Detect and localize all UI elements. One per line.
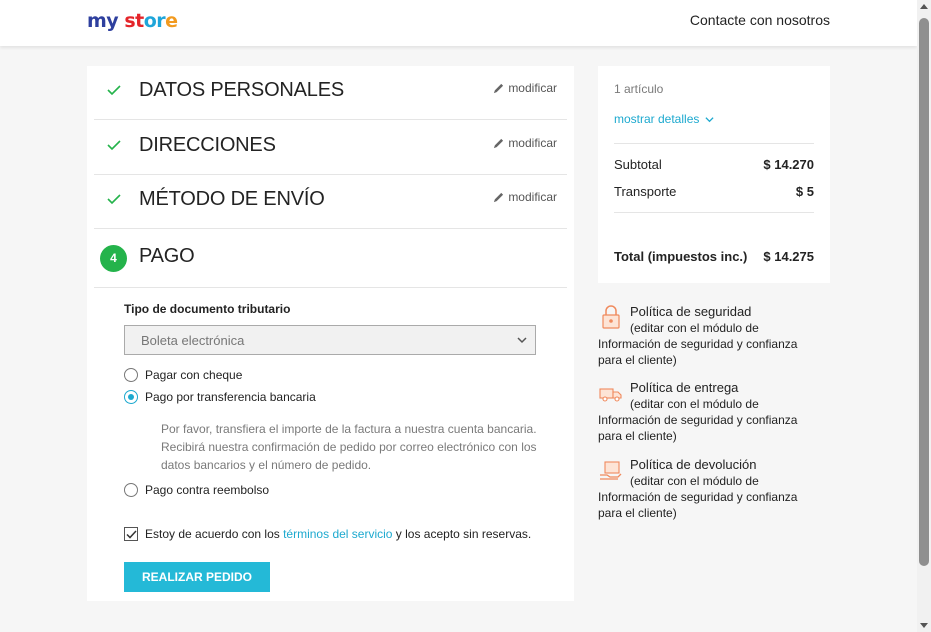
scroll-down-arrow-icon[interactable] — [920, 623, 928, 628]
edit-link[interactable]: modificar — [493, 190, 557, 204]
step-personal-info[interactable]: DATOS PERSONALES modificar — [94, 66, 567, 120]
payment-option-label: Pago por transferencia bancaria — [145, 390, 316, 404]
scrollbar-thumb[interactable] — [919, 18, 929, 566]
check-icon — [107, 194, 121, 205]
payment-option-cheque[interactable]: Pagar con cheque — [124, 368, 242, 382]
reassurance-title: Política de devolución — [630, 457, 757, 472]
cart-summary: 1 artículo mostrar detalles Subtotal $ 1… — [598, 66, 830, 283]
reassurance-description: Información de seguridad y confianza par… — [598, 490, 798, 520]
reassurance-subtitle: (editar con el módulo de — [630, 321, 759, 335]
payment-option-label: Pago contra reembolso — [145, 483, 270, 497]
terms-suffix: y los acepto sin reservas. — [392, 527, 532, 541]
edit-label: modificar — [508, 190, 557, 204]
header: my store Contacte con nosotros — [0, 0, 917, 46]
step-title: DATOS PERSONALES — [139, 79, 345, 101]
divider — [614, 212, 814, 213]
terms-agreement[interactable]: Estoy de acuerdo con los términos del se… — [124, 527, 531, 541]
step-number-badge: 4 — [100, 245, 127, 272]
step-title: PAGO — [139, 245, 195, 267]
radio-button[interactable] — [124, 390, 138, 404]
terms-text: Estoy de acuerdo con los términos del se… — [145, 527, 531, 541]
step-title: DIRECCIONES — [139, 134, 276, 156]
checkmark-icon — [126, 530, 137, 539]
place-order-button[interactable]: REALIZAR PEDIDO — [124, 562, 270, 592]
subtotal-value: $ 14.270 — [763, 157, 814, 172]
terms-prefix: Estoy de acuerdo con los — [145, 527, 284, 541]
doc-type-select[interactable]: Boleta electrónica — [124, 325, 536, 355]
store-logo[interactable]: my store — [87, 10, 178, 32]
reassurance-title: Política de seguridad — [630, 304, 752, 319]
contact-link[interactable]: Contacte con nosotros — [690, 12, 830, 28]
logo-part: st — [124, 10, 144, 32]
pencil-icon — [494, 83, 504, 93]
reassurance-delivery: Política de entrega (editar con el módul… — [598, 380, 823, 444]
scrollbar[interactable] — [917, 0, 931, 632]
radio-button[interactable] — [124, 483, 138, 497]
logo-part: my — [87, 10, 119, 32]
items-count: 1 artículo — [614, 82, 664, 96]
subtotal-label: Subtotal — [614, 157, 662, 172]
edit-label: modificar — [508, 81, 557, 95]
payment-option-bank-transfer[interactable]: Pago por transferencia bancaria — [124, 390, 316, 404]
divider — [614, 143, 814, 144]
shipping-row: Transporte $ 5 — [614, 184, 814, 199]
reassurance-security: Política de seguridad (editar con el mód… — [598, 304, 823, 368]
lock-icon — [602, 305, 620, 329]
reassurance-subtitle: (editar con el módulo de — [630, 397, 759, 411]
step-title: MÉTODO DE ENVÍO — [139, 188, 325, 210]
step-shipping-method[interactable]: MÉTODO DE ENVÍO modificar — [94, 175, 567, 229]
reassurance-subtitle: (editar con el módulo de — [630, 474, 759, 488]
checkout-steps: DATOS PERSONALES modificar DIRECCIONES m… — [87, 66, 574, 601]
check-icon — [107, 85, 121, 96]
total-label: Total (impuestos inc.) — [614, 249, 748, 264]
bank-transfer-info: Por favor, transfiera el importe de la f… — [161, 422, 537, 472]
total-value: $ 14.275 — [763, 249, 814, 264]
payment-option-cod[interactable]: Pago contra reembolso — [124, 483, 269, 497]
step-payment: 4 PAGO — [94, 229, 567, 288]
reassurance-description: Información de seguridad y confianza par… — [598, 337, 798, 367]
truck-icon — [599, 388, 622, 402]
show-details-toggle[interactable]: mostrar detalles — [614, 112, 714, 126]
shipping-value: $ 5 — [795, 184, 814, 199]
shipping-label: Transporte — [614, 184, 677, 199]
reassurance-description: Información de seguridad y confianza par… — [598, 413, 798, 443]
show-details-label: mostrar detalles — [614, 112, 700, 126]
reassurance-returns: Política de devolución (editar con el mó… — [598, 457, 823, 521]
total-row: Total (impuestos inc.) $ 14.275 — [614, 249, 814, 264]
subtotal-row: Subtotal $ 14.270 — [614, 157, 814, 172]
terms-checkbox[interactable] — [124, 527, 138, 541]
logo-part: e — [165, 10, 178, 32]
chevron-down-icon — [705, 116, 714, 122]
check-icon — [107, 140, 121, 151]
edit-link[interactable]: modificar — [493, 81, 557, 95]
radio-button[interactable] — [124, 368, 138, 382]
scroll-up-arrow-icon[interactable] — [920, 4, 928, 9]
doc-type-value: Boleta electrónica — [141, 333, 245, 348]
reassurance-title: Política de entrega — [630, 380, 739, 395]
edit-link[interactable]: modificar — [493, 136, 557, 150]
pencil-icon — [494, 192, 504, 202]
step-addresses[interactable]: DIRECCIONES modificar — [94, 121, 567, 175]
edit-label: modificar — [508, 136, 557, 150]
terms-link[interactable]: términos del servicio — [283, 527, 392, 541]
doc-type-label: Tipo de documento tributario — [124, 302, 291, 316]
payment-option-label: Pagar con cheque — [145, 368, 243, 382]
pencil-icon — [494, 138, 504, 148]
logo-part: or — [143, 10, 166, 32]
return-box-icon — [600, 461, 622, 480]
chevron-down-icon — [517, 337, 527, 344]
